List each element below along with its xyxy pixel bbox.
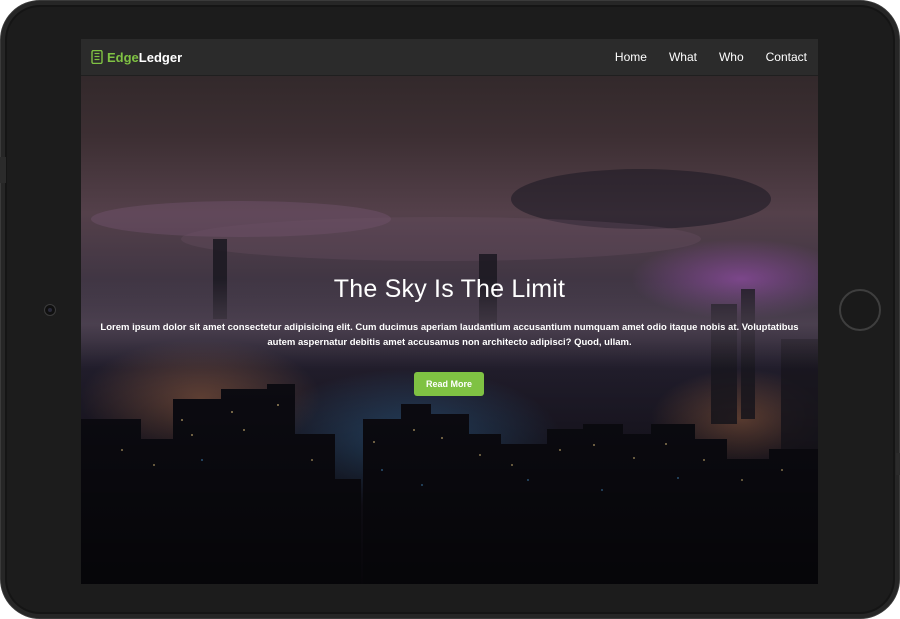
brand-name-prefix: Edge	[107, 49, 139, 65]
read-more-button[interactable]: Read More	[414, 372, 484, 396]
nav-link-what[interactable]: What	[669, 50, 697, 64]
side-button-left[interactable]	[0, 157, 6, 183]
city-night-skyline-image	[81, 39, 818, 584]
tablet-frame: Edge Ledger Home What Who Contact The Sky…	[0, 0, 900, 619]
hero-description: Lorem ipsum dolor sit amet consectetur a…	[100, 322, 799, 348]
nav-link-who[interactable]: Who	[719, 50, 744, 64]
screen: Edge Ledger Home What Who Contact The Sky…	[81, 39, 818, 584]
nav-menu: Home What Who Contact	[593, 50, 807, 64]
front-camera	[44, 304, 56, 316]
side-button-right[interactable]	[896, 453, 900, 475]
top-navbar: Edge Ledger Home What Who Contact	[81, 39, 818, 76]
hero-title: The Sky Is The Limit	[333, 275, 566, 303]
home-button[interactable]	[839, 289, 881, 331]
nav-link-home[interactable]: Home	[615, 50, 647, 64]
brand-logo[interactable]: Edge Ledger	[91, 50, 182, 65]
brand-name-suffix: Ledger	[138, 49, 183, 65]
ledger-book-icon	[91, 50, 103, 64]
nav-link-contact[interactable]: Contact	[766, 50, 807, 64]
